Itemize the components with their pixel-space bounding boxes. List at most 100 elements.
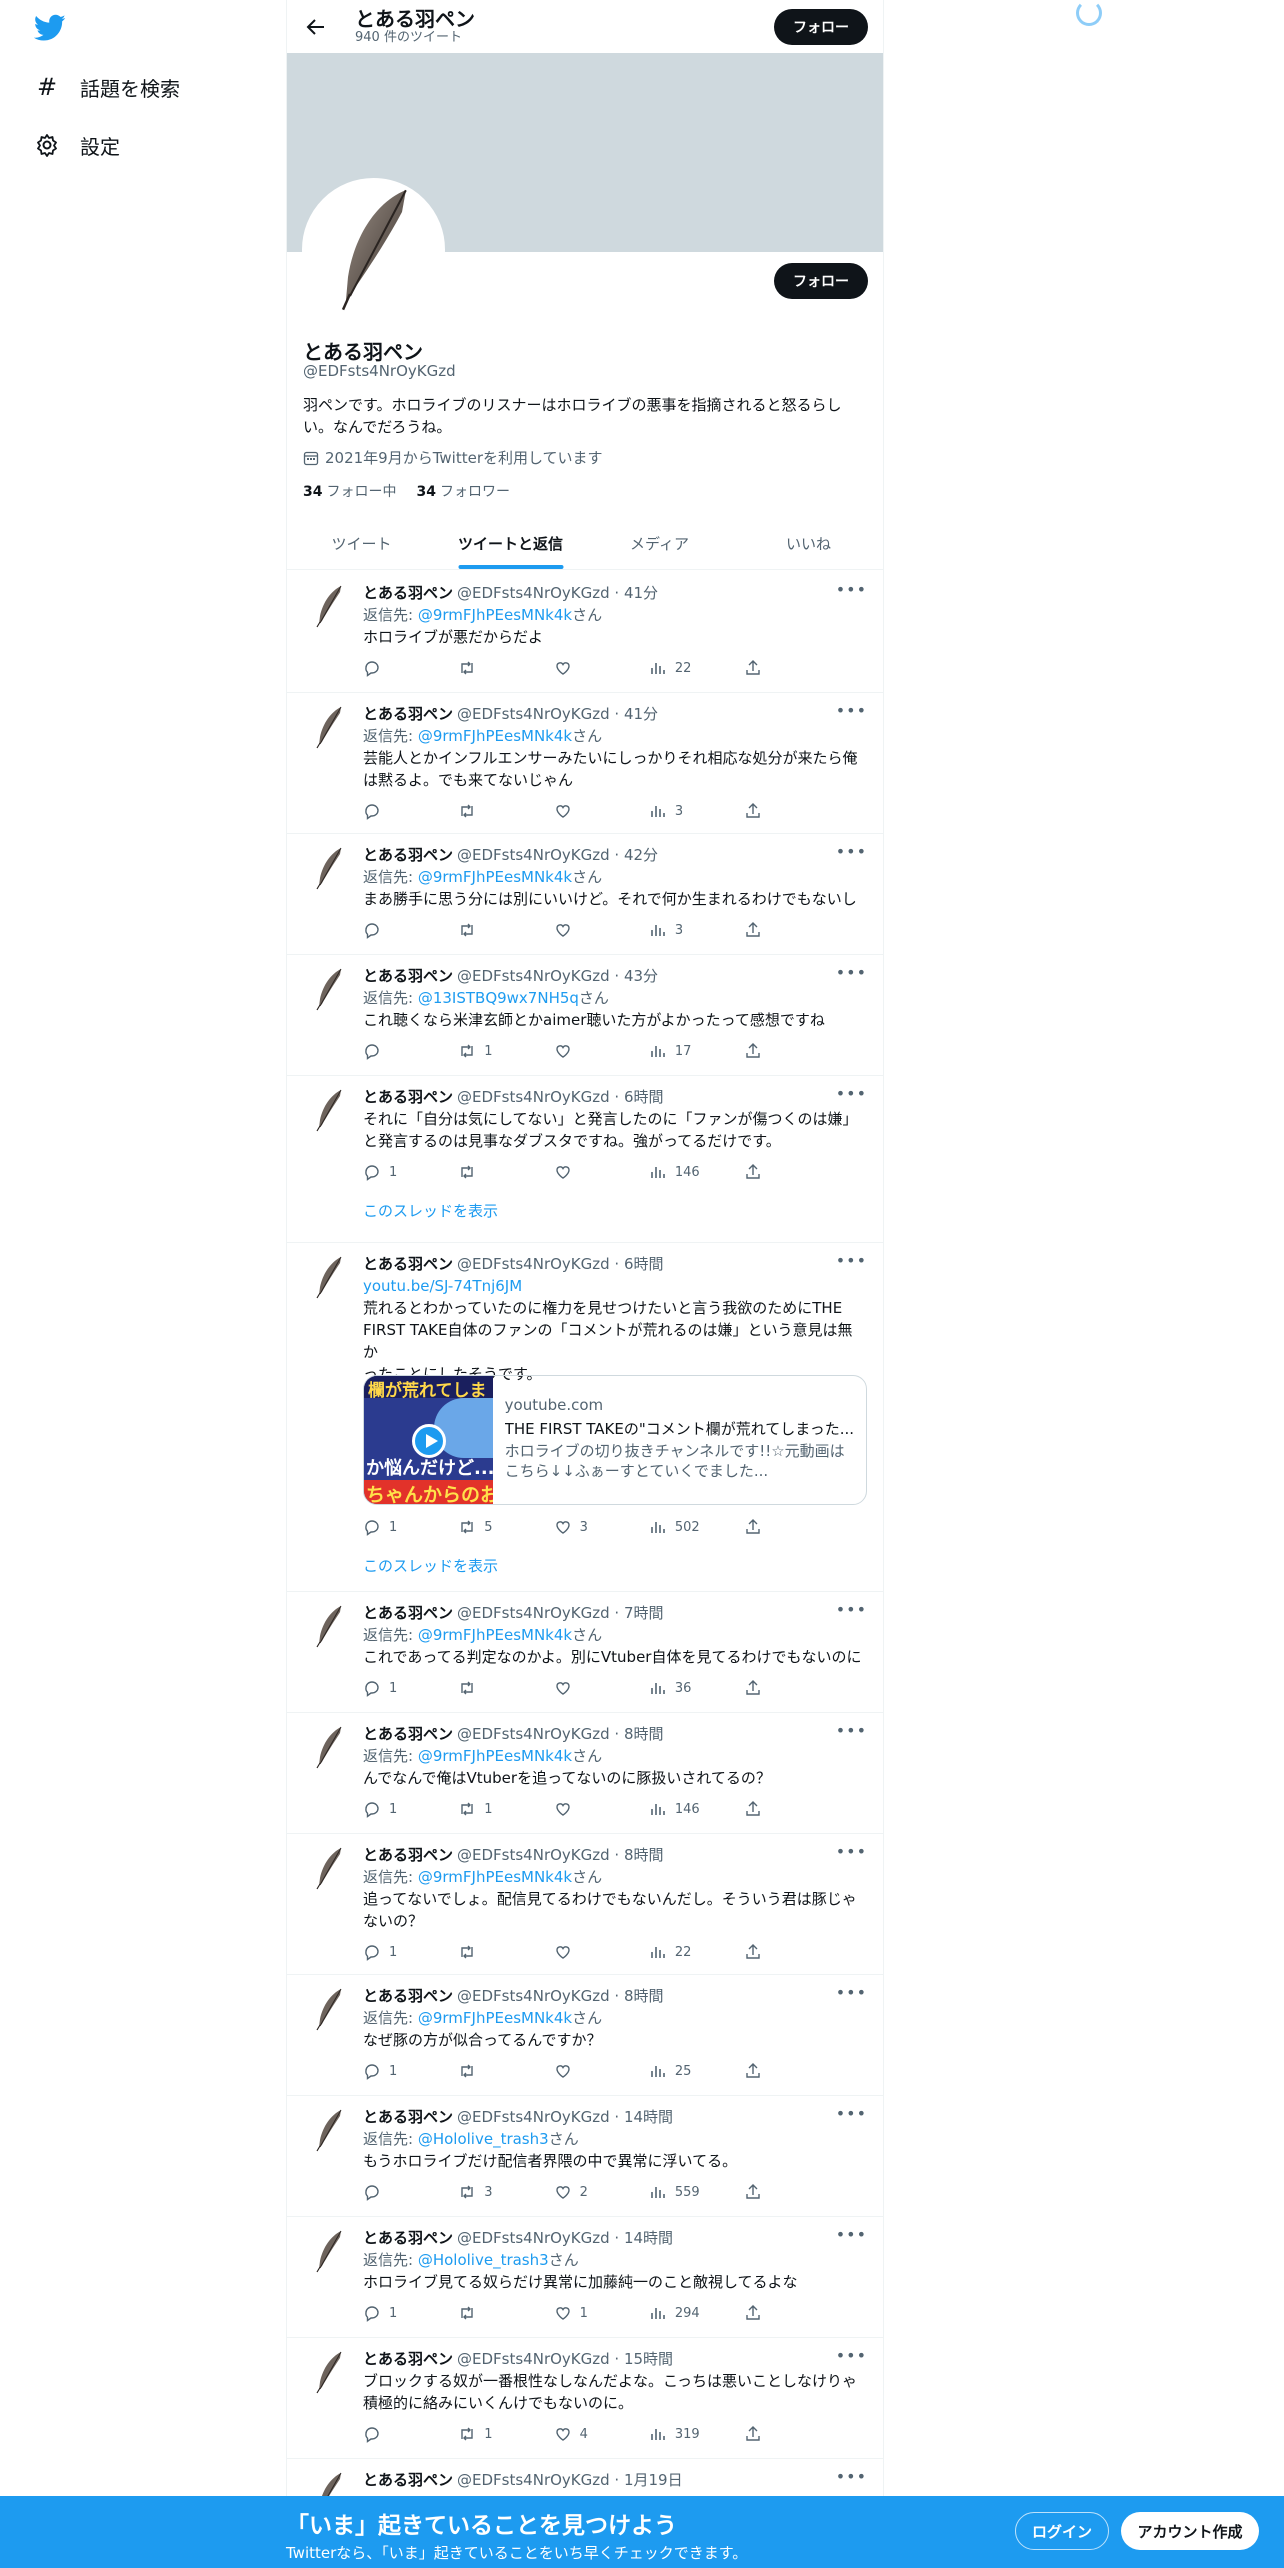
like-button[interactable] bbox=[554, 1942, 649, 1962]
more-options-icon[interactable]: ••• bbox=[836, 2467, 867, 2486]
like-button[interactable]: 1 bbox=[554, 2303, 649, 2323]
tweet-handle-time[interactable]: @EDFsts4NrOyKGzd · 43分 bbox=[457, 965, 658, 986]
profile-avatar[interactable] bbox=[302, 178, 445, 321]
tweet[interactable]: とある羽ペン @EDFsts4NrOyKGzd · 42分 ••• 返信先: @9rm… bbox=[287, 834, 883, 955]
more-options-icon[interactable]: ••• bbox=[836, 1251, 867, 1270]
reply-button[interactable]: 1 bbox=[363, 1942, 458, 1962]
tweet-handle-time[interactable]: @EDFsts4NrOyKGzd · 14時間 bbox=[457, 2227, 673, 2248]
tweet[interactable]: とある羽ペン @EDFsts4NrOyKGzd · 6時間 ••• youtu.be/… bbox=[287, 1243, 883, 1592]
tweet[interactable]: とある羽ペン @EDFsts4NrOyKGzd · 8時間 ••• 返信先: @9rm… bbox=[287, 1975, 883, 2096]
tweet-avatar[interactable] bbox=[307, 2350, 347, 2394]
tweet-author-name[interactable]: とある羽ペン bbox=[363, 1844, 453, 1865]
reply-button[interactable]: 1 bbox=[363, 1162, 458, 1182]
tweet-link[interactable]: youtu.be/SJ-74Tnj6JM bbox=[363, 1275, 867, 1297]
reply-to-handle[interactable]: @9rmFJhPEesMNk4k bbox=[418, 606, 572, 624]
views-button[interactable]: 146 bbox=[649, 1162, 744, 1182]
reply-button[interactable] bbox=[363, 2424, 458, 2444]
tweet[interactable]: とある羽ペン @EDFsts4NrOyKGzd · 14時間 ••• 返信先: @Ho… bbox=[287, 2217, 883, 2338]
tweet-author-name[interactable]: とある羽ペン bbox=[363, 1253, 453, 1274]
more-options-icon[interactable]: ••• bbox=[836, 1721, 867, 1740]
like-button[interactable] bbox=[554, 801, 649, 821]
tweet-handle-time[interactable]: @EDFsts4NrOyKGzd · 1月19日 bbox=[457, 2469, 683, 2490]
share-button[interactable] bbox=[744, 1162, 783, 1182]
reply-to-handle[interactable]: @9rmFJhPEesMNk4k bbox=[418, 2009, 572, 2027]
tweet[interactable]: とある羽ペン @EDFsts4NrOyKGzd · 6時間 ••• それに「自分は気に… bbox=[287, 1076, 883, 1243]
retweet-button[interactable]: 1 bbox=[458, 1041, 553, 1061]
share-button[interactable] bbox=[744, 2303, 783, 2323]
more-options-icon[interactable]: ••• bbox=[836, 2104, 867, 2123]
reply-button[interactable] bbox=[363, 1041, 458, 1061]
like-button[interactable] bbox=[554, 920, 649, 940]
views-button[interactable]: 294 bbox=[649, 2303, 744, 2323]
tweet-avatar[interactable] bbox=[307, 1604, 347, 1648]
tweet[interactable]: とある羽ペン @EDFsts4NrOyKGzd · 41分 ••• 返信先: @9rm… bbox=[287, 572, 883, 693]
like-button[interactable] bbox=[554, 1799, 649, 1819]
like-button[interactable] bbox=[554, 658, 649, 678]
tweet[interactable]: とある羽ペン @EDFsts4NrOyKGzd · 43分 ••• 返信先: @13I… bbox=[287, 955, 883, 1076]
share-button[interactable] bbox=[744, 1678, 783, 1698]
reply-to-handle[interactable]: @9rmFJhPEesMNk4k bbox=[418, 727, 572, 745]
nav-settings[interactable]: 設定 bbox=[34, 125, 120, 165]
retweet-button[interactable]: 1 bbox=[458, 1799, 553, 1819]
tweet[interactable]: とある羽ペン @EDFsts4NrOyKGzd · 15時間 ••• ブロックする奴が… bbox=[287, 2338, 883, 2459]
reply-button[interactable] bbox=[363, 2182, 458, 2202]
retweet-button[interactable]: 3 bbox=[458, 2182, 553, 2202]
tweet-avatar[interactable] bbox=[307, 1088, 347, 1132]
tweet[interactable]: とある羽ペン @EDFsts4NrOyKGzd · 1月19日 ••• bbox=[287, 2459, 883, 2515]
tab-tweets[interactable]: ツイート bbox=[287, 517, 436, 569]
views-button[interactable]: 319 bbox=[649, 2424, 744, 2444]
tweet-author-name[interactable]: とある羽ペン bbox=[363, 2227, 453, 2248]
nav-explore[interactable]: # 話題を検索 bbox=[34, 67, 180, 107]
tweet-author-name[interactable]: とある羽ペン bbox=[363, 1602, 453, 1623]
tweet-author-name[interactable]: とある羽ペン bbox=[363, 2348, 453, 2369]
share-button[interactable] bbox=[744, 1799, 783, 1819]
reply-to-handle[interactable]: @9rmFJhPEesMNk4k bbox=[418, 1868, 572, 1886]
retweet-button[interactable]: 1 bbox=[458, 2424, 553, 2444]
tweet-handle-time[interactable]: @EDFsts4NrOyKGzd · 42分 bbox=[457, 844, 658, 865]
retweet-button[interactable] bbox=[458, 801, 553, 821]
like-button[interactable] bbox=[554, 1162, 649, 1182]
reply-to-handle[interactable]: @9rmFJhPEesMNk4k bbox=[418, 1747, 572, 1765]
reply-to-handle[interactable]: @9rmFJhPEesMNk4k bbox=[418, 868, 572, 886]
more-options-icon[interactable]: ••• bbox=[836, 1983, 867, 2002]
reply-to-handle[interactable]: @Hololive_trash3 bbox=[418, 2130, 549, 2148]
tweet-handle-time[interactable]: @EDFsts4NrOyKGzd · 6時間 bbox=[457, 1253, 664, 1274]
tweet-avatar[interactable] bbox=[307, 2108, 347, 2152]
tweet[interactable]: とある羽ペン @EDFsts4NrOyKGzd · 8時間 ••• 返信先: @9rm… bbox=[287, 1834, 883, 1975]
like-button[interactable] bbox=[554, 1041, 649, 1061]
retweet-button[interactable] bbox=[458, 1942, 553, 1962]
share-button[interactable] bbox=[744, 920, 783, 940]
back-arrow-icon[interactable] bbox=[299, 10, 333, 44]
more-options-icon[interactable]: ••• bbox=[836, 1842, 867, 1861]
retweet-button[interactable] bbox=[458, 1162, 553, 1182]
like-button[interactable]: 3 bbox=[554, 1517, 649, 1537]
views-button[interactable]: 17 bbox=[649, 1041, 744, 1061]
tweet-handle-time[interactable]: @EDFsts4NrOyKGzd · 8時間 bbox=[457, 1985, 664, 2006]
tweet-handle-time[interactable]: @EDFsts4NrOyKGzd · 41分 bbox=[457, 703, 658, 724]
share-button[interactable] bbox=[744, 1041, 783, 1061]
views-button[interactable]: 559 bbox=[649, 2182, 744, 2202]
more-options-icon[interactable]: ••• bbox=[836, 1084, 867, 1103]
tweet-handle-time[interactable]: @EDFsts4NrOyKGzd · 7時間 bbox=[457, 1602, 664, 1623]
tweet-handle-time[interactable]: @EDFsts4NrOyKGzd · 14時間 bbox=[457, 2106, 673, 2127]
tab-likes[interactable]: いいね bbox=[734, 517, 883, 569]
reply-button[interactable] bbox=[363, 658, 458, 678]
tweet-author-name[interactable]: とある羽ペン bbox=[363, 844, 453, 865]
views-button[interactable]: 36 bbox=[649, 1678, 744, 1698]
reply-to-handle[interactable]: @Hololive_trash3 bbox=[418, 2251, 549, 2269]
retweet-button[interactable]: 5 bbox=[458, 1517, 553, 1537]
more-options-icon[interactable]: ••• bbox=[836, 1600, 867, 1619]
tweet-handle-time[interactable]: @EDFsts4NrOyKGzd · 8時間 bbox=[457, 1844, 664, 1865]
show-thread-link[interactable]: このスレッドを表示 bbox=[363, 1555, 498, 1576]
header-follow-button[interactable]: フォロー bbox=[774, 9, 868, 45]
tweet[interactable]: とある羽ペン @EDFsts4NrOyKGzd · 7時間 ••• 返信先: @9rm… bbox=[287, 1592, 883, 1713]
retweet-button[interactable] bbox=[458, 920, 553, 940]
reply-button[interactable] bbox=[363, 801, 458, 821]
reply-button[interactable]: 1 bbox=[363, 1678, 458, 1698]
views-button[interactable]: 22 bbox=[649, 1942, 744, 1962]
link-card[interactable]: 欄が荒れてしま か悩んだけど... ちゃんからのお youtube.com THE FI… bbox=[363, 1375, 867, 1505]
reply-button[interactable]: 1 bbox=[363, 2061, 458, 2081]
share-button[interactable] bbox=[744, 1942, 783, 1962]
tweet-handle-time[interactable]: @EDFsts4NrOyKGzd · 41分 bbox=[457, 582, 658, 603]
retweet-button[interactable] bbox=[458, 1678, 553, 1698]
